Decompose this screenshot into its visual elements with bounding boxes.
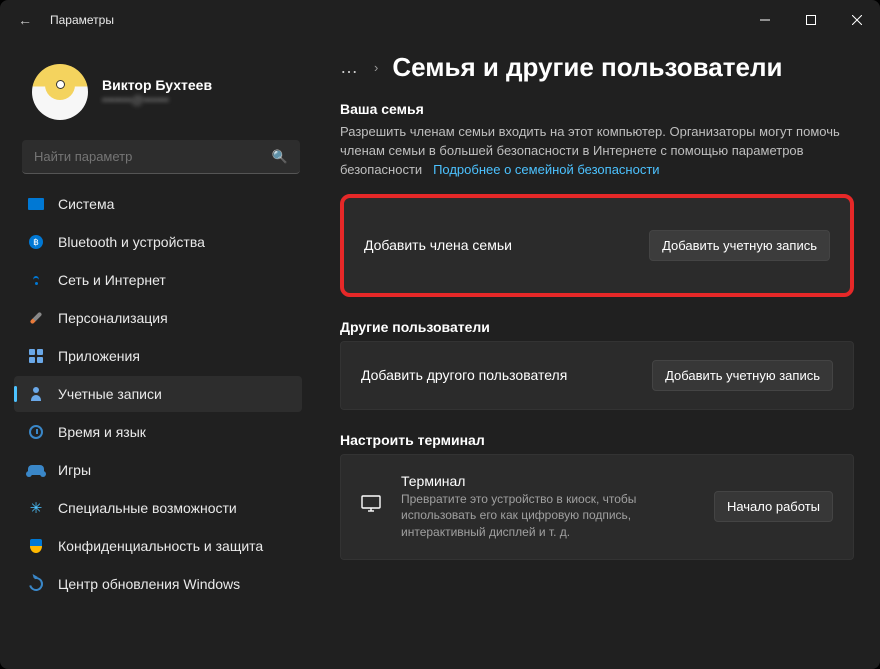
user-name: Виктор Бухтеев [102, 77, 212, 93]
sidebar-item-label: Учетные записи [58, 386, 162, 402]
kiosk-description: Превратите это устройство в киоск, чтобы… [401, 491, 696, 541]
bluetooth-icon: ฿ [28, 234, 44, 250]
breadcrumb-overflow[interactable]: … [340, 57, 360, 78]
add-other-label: Добавить другого пользователя [361, 367, 567, 383]
sidebar-item-label: Специальные возможности [58, 500, 237, 516]
search-box[interactable]: 🔍 [22, 140, 300, 174]
user-email: •••••••@•••••• [102, 93, 212, 107]
window-title: Параметры [50, 13, 114, 27]
family-description: Разрешить членам семьи входить на этот к… [340, 123, 854, 180]
sidebar-item-label: Конфиденциальность и защита [58, 538, 263, 554]
maximize-button[interactable] [788, 0, 834, 40]
sidebar-item-accounts[interactable]: Учетные записи [14, 376, 302, 412]
main-panel: … › Семья и другие пользователи Ваша сем… [310, 40, 880, 669]
search-icon: 🔍 [272, 149, 288, 165]
minimize-icon [760, 15, 770, 25]
minimize-button[interactable] [742, 0, 788, 40]
apps-icon [28, 348, 44, 364]
maximize-icon [806, 15, 816, 25]
add-family-card: Добавить члена семьи Добавить учетную за… [340, 194, 854, 297]
titlebar: ← Параметры [0, 0, 880, 40]
settings-window: ← Параметры Виктор Бухтеев •••••••@•••••… [0, 0, 880, 669]
user-block[interactable]: Виктор Бухтеев •••••••@•••••• [14, 50, 310, 140]
brush-icon [28, 310, 44, 326]
kiosk-section: Настроить терминал Терминал Превратите э… [340, 432, 854, 560]
sidebar-item-personalization[interactable]: Персонализация [14, 300, 302, 336]
add-other-user-card: Добавить другого пользователя Добавить у… [340, 341, 854, 410]
system-icon [28, 196, 44, 212]
content-area: Виктор Бухтеев •••••••@•••••• 🔍 Система … [0, 40, 880, 669]
page-title: Семья и другие пользователи [392, 52, 782, 83]
family-safety-link[interactable]: Подробнее о семейной безопасности [433, 162, 660, 177]
add-family-account-button[interactable]: Добавить учетную запись [649, 230, 830, 261]
breadcrumb: … › Семья и другие пользователи [340, 52, 854, 83]
add-family-label: Добавить члена семьи [364, 237, 512, 253]
kiosk-card: Терминал Превратите это устройство в кио… [340, 454, 854, 560]
gamepad-icon [28, 462, 44, 478]
sidebar-item-label: Система [58, 196, 114, 212]
sidebar-item-label: Центр обновления Windows [58, 576, 240, 592]
family-heading: Ваша семья [340, 101, 854, 117]
sidebar-item-time[interactable]: Время и язык [14, 414, 302, 450]
close-icon [852, 15, 862, 25]
sidebar-item-network[interactable]: Сеть и Интернет [14, 262, 302, 298]
sidebar-item-system[interactable]: Система [14, 186, 302, 222]
kiosk-title: Терминал [401, 473, 696, 489]
kiosk-text: Терминал Превратите это устройство в кио… [401, 473, 696, 541]
sidebar-item-accessibility[interactable]: ✳ Специальные возможности [14, 490, 302, 526]
titlebar-left: ← Параметры [18, 12, 114, 28]
sidebar: Виктор Бухтеев •••••••@•••••• 🔍 Система … [0, 40, 310, 669]
search-input[interactable] [34, 149, 272, 164]
kiosk-start-button[interactable]: Начало работы [714, 491, 833, 522]
person-icon [28, 386, 44, 402]
sidebar-item-label: Игры [58, 462, 91, 478]
sidebar-item-windows-update[interactable]: Центр обновления Windows [14, 566, 302, 602]
kiosk-heading: Настроить терминал [340, 432, 854, 448]
sidebar-item-label: Персонализация [58, 310, 168, 326]
sidebar-item-bluetooth[interactable]: ฿ Bluetooth и устройства [14, 224, 302, 260]
chevron-right-icon: › [374, 60, 378, 75]
add-other-account-button[interactable]: Добавить учетную запись [652, 360, 833, 391]
sidebar-item-label: Сеть и Интернет [58, 272, 166, 288]
update-icon [28, 576, 44, 592]
clock-icon [28, 424, 44, 440]
other-users-section: Другие пользователи Добавить другого пол… [340, 319, 854, 410]
wifi-icon [28, 272, 44, 288]
monitor-icon [361, 495, 383, 518]
back-icon[interactable]: ← [18, 12, 32, 28]
sidebar-item-gaming[interactable]: Игры [14, 452, 302, 488]
close-button[interactable] [834, 0, 880, 40]
avatar [32, 64, 88, 120]
shield-icon [28, 538, 44, 554]
sidebar-item-label: Bluetooth и устройства [58, 234, 205, 250]
sidebar-item-label: Приложения [58, 348, 140, 364]
accessibility-icon: ✳ [28, 500, 44, 516]
sidebar-item-label: Время и язык [58, 424, 146, 440]
sidebar-item-privacy[interactable]: Конфиденциальность и защита [14, 528, 302, 564]
nav: Система ฿ Bluetooth и устройства Сеть и … [14, 186, 310, 602]
sidebar-item-apps[interactable]: Приложения [14, 338, 302, 374]
family-section: Ваша семья Разрешить членам семьи входит… [340, 101, 854, 297]
window-controls [742, 0, 880, 40]
user-info: Виктор Бухтеев •••••••@•••••• [102, 77, 212, 107]
other-heading: Другие пользователи [340, 319, 854, 335]
